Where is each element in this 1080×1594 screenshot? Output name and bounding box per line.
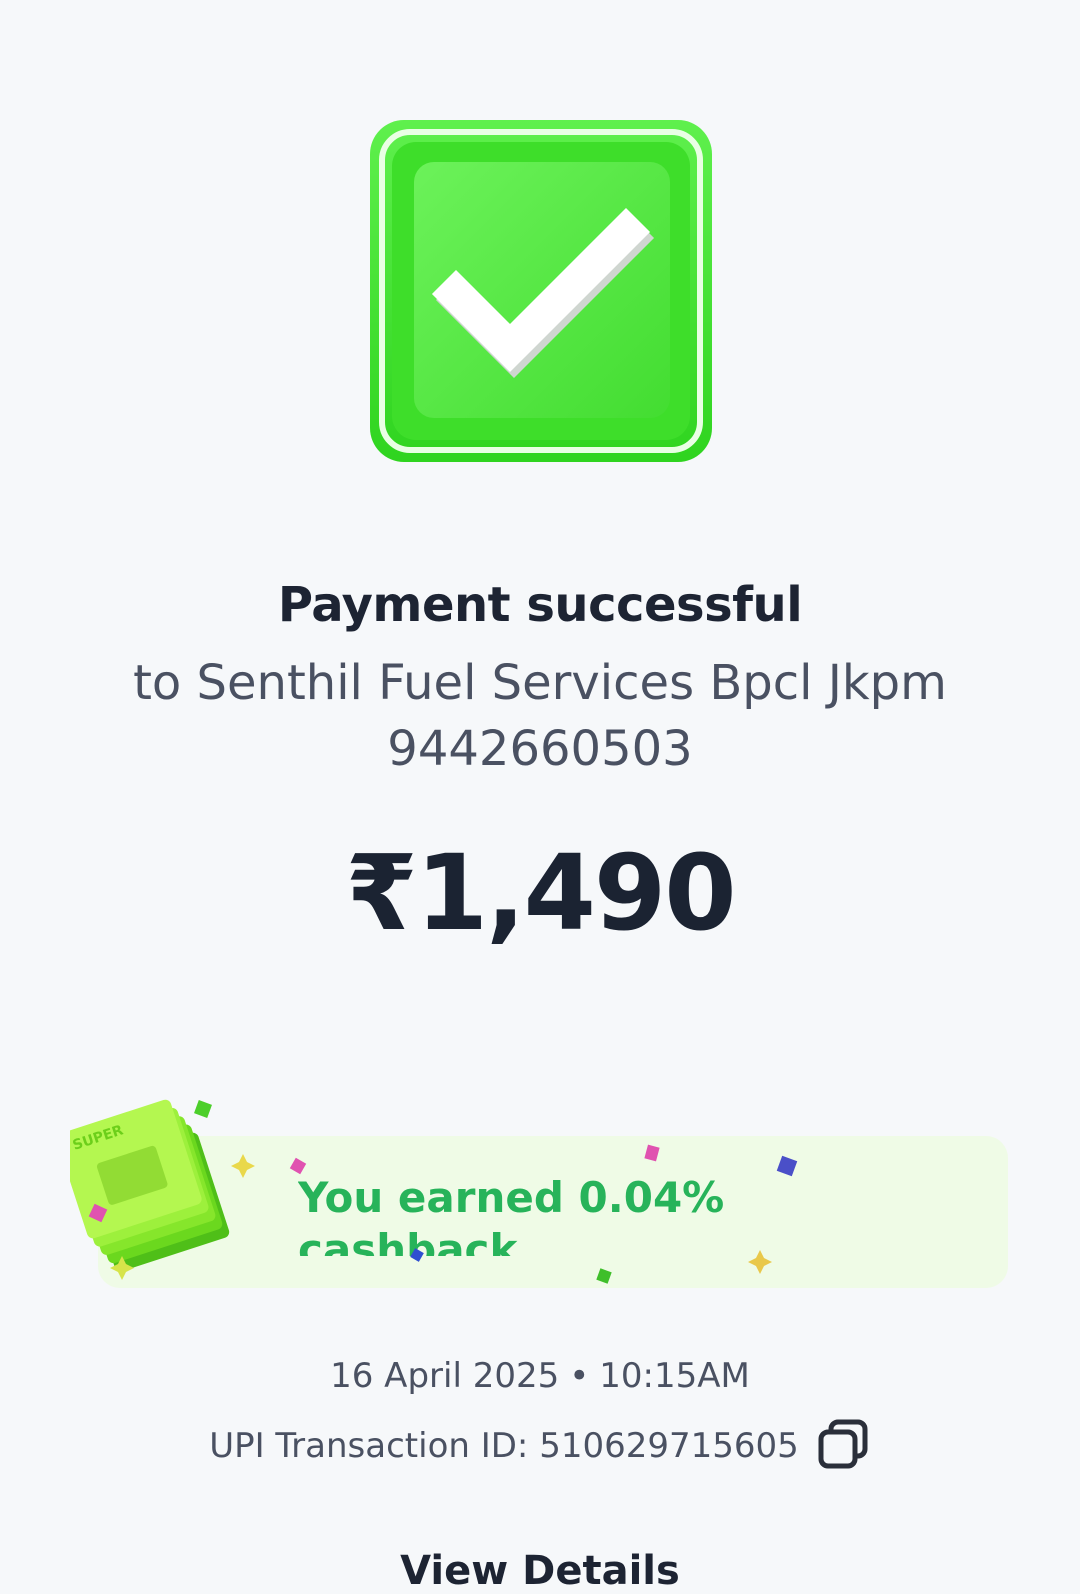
separator-dot: • bbox=[569, 1356, 590, 1396]
view-details-button[interactable]: View Details bbox=[0, 1548, 1080, 1594]
transaction-date: 16 April 2025 bbox=[330, 1356, 560, 1396]
recipient-name: to Senthil Fuel Services Bpcl Jkpm 94426… bbox=[133, 655, 947, 777]
check-icon bbox=[370, 120, 712, 462]
payment-status-title: Payment successful bbox=[277, 577, 803, 633]
copy-icon[interactable] bbox=[815, 1418, 871, 1474]
success-check-badge bbox=[368, 118, 714, 464]
payment-amount: ₹1,490 bbox=[345, 832, 736, 954]
upi-id-value: 510629715605 bbox=[539, 1426, 799, 1466]
upi-transaction-row: UPI Transaction ID: 510629715605 bbox=[0, 1418, 1080, 1474]
upi-id-text: UPI Transaction ID: 510629715605 bbox=[209, 1426, 799, 1466]
cashback-message: You earned 0.04% cashback bbox=[298, 1173, 725, 1256]
transaction-time: 10:15AM bbox=[599, 1356, 750, 1396]
cash-stack-illustration: SUPER bbox=[56, 1085, 250, 1275]
transaction-datetime: 16 April 2025 • 10:15AM bbox=[0, 1356, 1080, 1396]
upi-id-label: UPI Transaction ID: bbox=[209, 1426, 529, 1466]
